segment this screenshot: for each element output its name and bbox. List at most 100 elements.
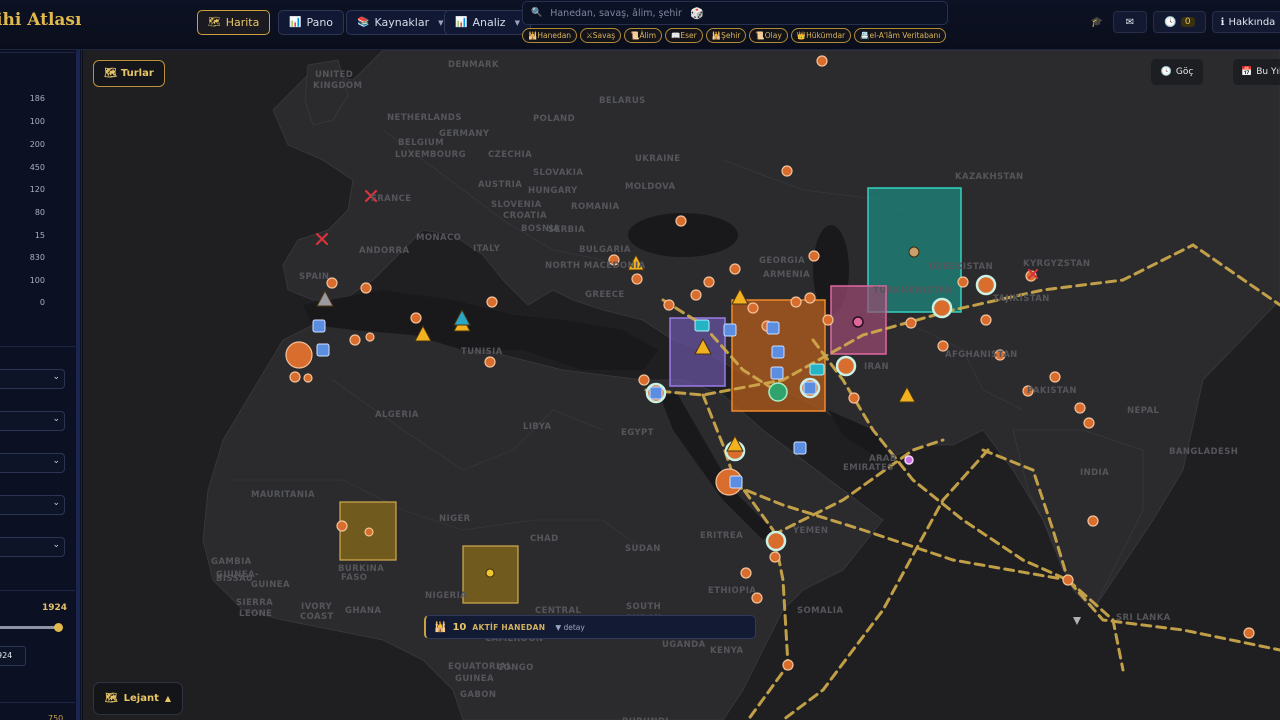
- city-marker[interactable]: [486, 296, 498, 308]
- city-marker[interactable]: [631, 273, 643, 285]
- nav-dashboard-button[interactable]: 📊 Pano: [278, 10, 345, 35]
- filter-select[interactable]: ⌄: [0, 369, 65, 389]
- scholar-marker[interactable]: [770, 366, 784, 380]
- city-marker[interactable]: [729, 263, 741, 275]
- city-marker[interactable]: [336, 520, 348, 532]
- city-marker[interactable]: [790, 296, 802, 308]
- sidebar-scrollbar[interactable]: [76, 50, 80, 720]
- year-input[interactable]: 924: [0, 646, 26, 666]
- map-icon: 🗺: [104, 68, 117, 79]
- quiz-score-button[interactable]: 🕓 0: [1153, 11, 1206, 33]
- chip-scholar[interactable]: 📜 Âlim: [624, 28, 663, 43]
- search-input[interactable]: Hanedan, savaş, âlim, şehir ar: [550, 8, 682, 19]
- chat-marker[interactable]: [809, 363, 825, 376]
- small-event-marker[interactable]: [852, 316, 864, 328]
- tours-button[interactable]: 🗺 Turlar: [93, 60, 165, 87]
- graduation-cap-icon[interactable]: 🎓: [1088, 11, 1106, 33]
- city-marker[interactable]: [980, 314, 992, 326]
- detail-toggle[interactable]: ▼ detay: [555, 623, 585, 632]
- filter-select[interactable]: ⌄: [0, 495, 65, 515]
- dynasty-center-dot[interactable]: [908, 246, 920, 258]
- migration-button[interactable]: 🕓 Göç: [1151, 59, 1203, 85]
- scholar-marker[interactable]: [729, 475, 743, 489]
- active-dynasty-bar[interactable]: 🕌 10 AKTİF HANEDAN ▼ detay: [424, 615, 756, 639]
- chip-dynasty[interactable]: 🕌 Hanedan: [522, 28, 578, 43]
- city-marker[interactable]: [781, 165, 793, 177]
- year-slider-track[interactable]: [0, 626, 62, 629]
- dice-icon[interactable]: 🎲: [690, 7, 704, 20]
- city-marker[interactable]: [675, 215, 687, 227]
- city-marker[interactable]: [1074, 402, 1086, 414]
- chat-marker[interactable]: [694, 319, 710, 332]
- filter-select[interactable]: ⌄: [0, 411, 65, 431]
- city-marker[interactable]: [957, 276, 969, 288]
- city-marker[interactable]: [822, 314, 834, 326]
- filter-select[interactable]: ⌄: [0, 537, 65, 557]
- scholar-marker[interactable]: [771, 345, 785, 359]
- scholar-marker[interactable]: [316, 343, 330, 357]
- nav-map-button[interactable]: 🗺 Harita: [197, 10, 271, 35]
- scholar-marker[interactable]: [312, 319, 326, 333]
- city-marker[interactable]: [690, 289, 702, 301]
- city-marker[interactable]: [1049, 371, 1061, 383]
- chip-ruler[interactable]: 👑 Hükümdar: [790, 28, 852, 43]
- nav-sources-dropdown[interactable]: 📚 Kaynaklar ▼: [346, 10, 455, 35]
- city-marker[interactable]: [410, 312, 422, 324]
- city-marker[interactable]: [1083, 417, 1095, 429]
- capital-marker[interactable]: [975, 274, 997, 296]
- city-marker[interactable]: [905, 317, 917, 329]
- city-marker[interactable]: [349, 334, 361, 346]
- city-marker[interactable]: [484, 356, 496, 368]
- search-box[interactable]: 🔍 Hanedan, savaş, âlim, şehir ar 🎲: [522, 1, 948, 25]
- small-event-marker[interactable]: [904, 455, 914, 465]
- city-marker[interactable]: [360, 282, 372, 294]
- city-marker-large[interactable]: [285, 341, 313, 369]
- city-marker[interactable]: [1087, 515, 1099, 527]
- scholar-marker[interactable]: [723, 323, 737, 337]
- city-marker-small[interactable]: [365, 332, 375, 342]
- capital-marker[interactable]: [765, 530, 787, 552]
- scholar-marker[interactable]: [803, 381, 817, 395]
- city-marker[interactable]: [816, 55, 828, 67]
- this-year-button[interactable]: 📅 Bu Yıl: [1233, 59, 1280, 85]
- city-marker[interactable]: [804, 292, 816, 304]
- city-marker[interactable]: [848, 392, 860, 404]
- chip-alam-database[interactable]: 📇 el-A'lâm Veritabanı: [854, 28, 947, 43]
- country-label: PAKISTAN: [1027, 386, 1077, 396]
- city-marker[interactable]: [1243, 627, 1255, 639]
- migration-label: Göç: [1175, 67, 1194, 77]
- chip-event[interactable]: 📜 Olay: [749, 28, 788, 43]
- scholar-marker[interactable]: [766, 321, 780, 335]
- message-button[interactable]: ✉: [1113, 11, 1147, 33]
- chevron-down-icon: ⌄: [52, 498, 60, 508]
- scholar-marker[interactable]: [649, 386, 663, 400]
- dynasty-center-dot[interactable]: [485, 568, 495, 578]
- city-marker[interactable]: [289, 371, 301, 383]
- chip-work[interactable]: 📖 Eser: [665, 28, 703, 43]
- city-marker[interactable]: [769, 551, 781, 563]
- scholar-marker[interactable]: [793, 441, 807, 455]
- city-marker[interactable]: [1062, 574, 1074, 586]
- legend-label: Lejant: [123, 693, 159, 704]
- chip-city[interactable]: 🕌 Şehir: [705, 28, 747, 43]
- scroll-icon: 📜: [755, 31, 765, 40]
- year-slider-thumb[interactable]: [54, 623, 63, 632]
- capital-marker[interactable]: [931, 297, 953, 319]
- capital-marker[interactable]: [835, 355, 857, 377]
- city-marker[interactable]: [782, 659, 794, 671]
- city-marker-small[interactable]: [303, 373, 313, 383]
- city-marker[interactable]: [703, 276, 715, 288]
- legend-toggle[interactable]: 🗺 Lejant ▲: [93, 682, 183, 715]
- city-marker[interactable]: [808, 250, 820, 262]
- city-marker[interactable]: [638, 374, 650, 386]
- about-button[interactable]: ℹ Hakkında: [1212, 11, 1280, 33]
- city-marker[interactable]: [740, 567, 752, 579]
- city-marker[interactable]: [663, 299, 675, 311]
- chip-battle[interactable]: ⚔ Savaş: [580, 28, 622, 43]
- battle-marker-green[interactable]: [768, 382, 788, 402]
- filter-select[interactable]: ⌄: [0, 453, 65, 473]
- city-marker[interactable]: [747, 302, 759, 314]
- nav-analysis-dropdown[interactable]: 📊 Analiz ▼: [444, 10, 531, 35]
- dynasty-center-dot[interactable]: [364, 527, 374, 537]
- country-label: SOMALIA: [797, 606, 844, 616]
